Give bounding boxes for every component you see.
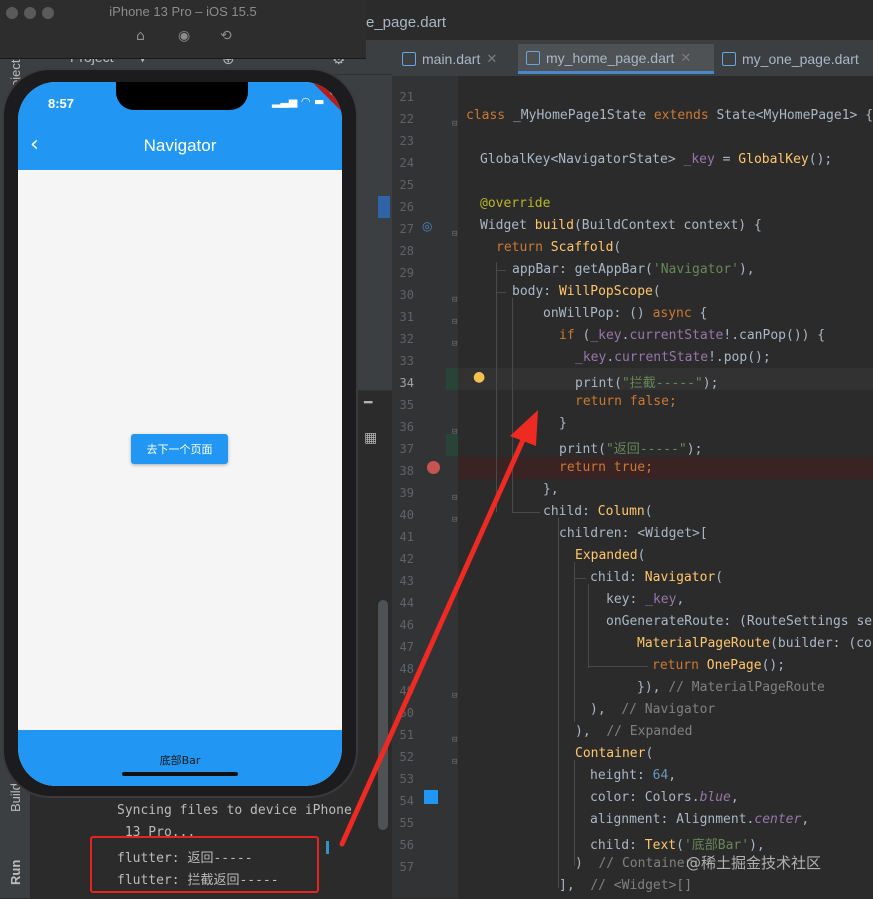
annotation-arrow bbox=[339, 410, 538, 847]
watermark: @稀土掘金技术社区 bbox=[686, 854, 822, 872]
arrow-head bbox=[510, 410, 538, 446]
arrow-shaft bbox=[339, 437, 526, 847]
